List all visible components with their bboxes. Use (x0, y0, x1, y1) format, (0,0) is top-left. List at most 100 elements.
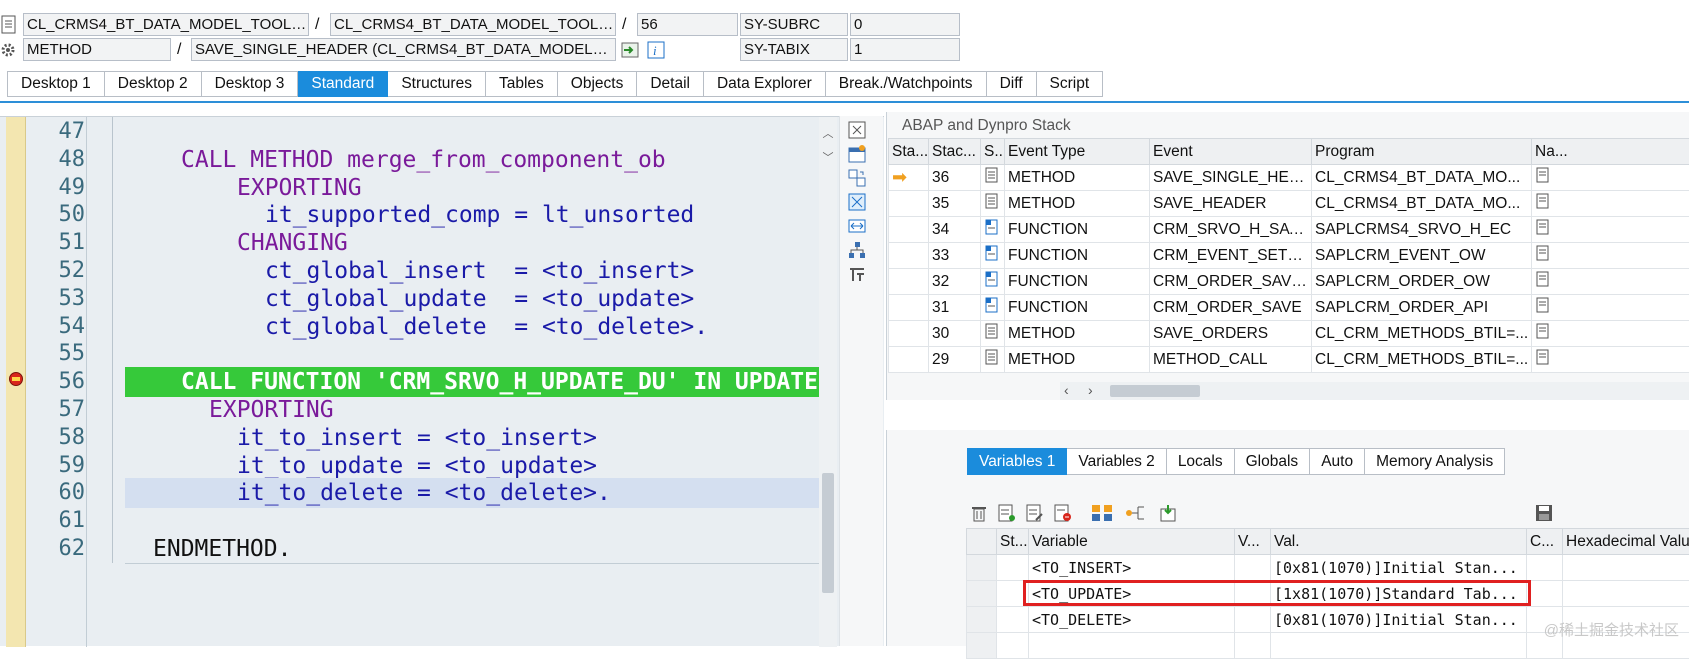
scroll-thumb[interactable] (822, 473, 834, 593)
event-type: FUNCTION (1005, 295, 1150, 321)
col-header[interactable]: Hexadecimal Value (1563, 529, 1689, 555)
tab-desktop-1[interactable]: Desktop 1 (7, 71, 105, 97)
remove-row-icon[interactable] (1052, 502, 1074, 524)
row-selector[interactable] (967, 581, 997, 607)
new-window-icon[interactable] (846, 144, 868, 164)
variable-name[interactable]: <TO_INSERT> (1029, 555, 1235, 581)
tree-icon[interactable] (846, 240, 868, 260)
col-header[interactable]: Stac... (929, 139, 981, 165)
current-statement-line[interactable]: CALL FUNCTION 'CRM_SRVO_H_UPDATE_DU' IN … (125, 367, 819, 397)
tab-auto[interactable]: Auto (1310, 448, 1365, 475)
scroll-down-icon[interactable]: ﹀ (822, 149, 834, 159)
tab-breakpoints[interactable]: Break./Watchpoints (826, 71, 987, 97)
col-header[interactable]: Event Type (1005, 139, 1150, 165)
stack-row[interactable]: 29 METHOD METHOD_CALL CL_CRM_METHODS_BTI… (889, 347, 1689, 373)
code-line[interactable]: it_supported_comp = lt_unsorted (125, 200, 825, 230)
col-header[interactable]: Program (1312, 139, 1532, 165)
tab-tables[interactable]: Tables (486, 71, 558, 97)
col-header[interactable]: Event (1150, 139, 1312, 165)
tab-detail[interactable]: Detail (637, 71, 704, 97)
tab-script[interactable]: Script (1037, 71, 1104, 97)
status-cell (997, 555, 1029, 581)
col-header[interactable]: V... (1235, 529, 1271, 555)
tab-objects[interactable]: Objects (558, 71, 638, 97)
source-editor[interactable]: 47 48 49 50 51 52 53 54 55 56 57 58 59 6… (0, 116, 884, 646)
stack-row[interactable]: 30 METHOD SAVE_ORDERS CL_CRM_METHODS_BTI… (889, 321, 1689, 347)
tab-standard[interactable]: Standard (298, 71, 388, 97)
row-selector[interactable] (967, 555, 997, 581)
editor-scrollbar[interactable]: ︿ ﹀ (819, 117, 837, 647)
code-line[interactable]: ct_global_insert = <to_insert> (125, 256, 825, 286)
info-icon[interactable]: i (646, 39, 666, 61)
export-icon[interactable] (1156, 502, 1180, 524)
tab-desktop-3[interactable]: Desktop 3 (202, 71, 299, 97)
stack-row[interactable]: 32 FUNCTION CRM_ORDER_SAVE_OW SAPLCRM_OR… (889, 269, 1689, 295)
navigate-icon[interactable] (620, 39, 640, 61)
col-header[interactable]: Val. (1271, 529, 1527, 555)
line-number: 50 (27, 200, 87, 230)
tab-structures[interactable]: Structures (388, 71, 486, 97)
structure-icon[interactable] (1124, 502, 1148, 524)
breakpoint-icon[interactable] (8, 371, 24, 387)
save-icon[interactable] (1532, 502, 1556, 524)
status-cell (889, 347, 929, 373)
variable-value: [0x81(1070)]Initial Stan... (1271, 555, 1527, 581)
code-line[interactable]: EXPORTING (125, 173, 825, 203)
tab-data-explorer[interactable]: Data Explorer (704, 71, 826, 97)
code-line[interactable]: ENDMETHOD. (125, 534, 825, 564)
code-line[interactable]: EXPORTING (125, 395, 825, 425)
col-header[interactable]: Sta... (889, 139, 929, 165)
status-cell (889, 243, 929, 269)
event: METHOD_CALL (1150, 347, 1312, 373)
code-line[interactable]: ct_global_delete = <to_delete>. (125, 312, 825, 342)
col-header[interactable]: S... (981, 139, 1005, 165)
tools-icon[interactable] (846, 264, 868, 284)
code-line[interactable]: ct_global_update = <to_update> (125, 284, 825, 314)
close-window-icon[interactable] (846, 120, 868, 140)
tab-locals[interactable]: Locals (1167, 448, 1235, 475)
tab-diff[interactable]: Diff (987, 71, 1037, 97)
maximize-icon[interactable] (846, 192, 868, 212)
swap-icon[interactable] (846, 168, 868, 188)
col-header[interactable]: St... (997, 529, 1029, 555)
navigate-icon (1532, 295, 1689, 321)
row-selector[interactable] (967, 607, 997, 633)
scroll-left-icon[interactable]: ‹ (1064, 382, 1069, 398)
scroll-thumb[interactable] (1110, 385, 1200, 397)
variable-name[interactable]: <TO_DELETE> (1029, 607, 1235, 633)
col-header[interactable]: C... (1527, 529, 1563, 555)
include-field[interactable]: CL_CRMS4_BT_DATA_MODEL_TOOL==... (330, 13, 616, 36)
cursor-line[interactable]: it_to_delete = <to_delete>. (125, 478, 819, 508)
edit-row-icon[interactable] (1024, 502, 1046, 524)
compare-icon[interactable] (1090, 502, 1114, 524)
stack-row[interactable]: 31 FUNCTION CRM_ORDER_SAVE SAPLCRM_ORDER… (889, 295, 1689, 321)
stack-hscrollbar[interactable]: ‹ › (1060, 382, 1689, 400)
line-number: 57 (27, 395, 87, 425)
col-header[interactable]: Na... (1532, 139, 1689, 165)
line-number: 49 (27, 173, 87, 203)
line-number-field[interactable]: 56 (637, 13, 738, 36)
tab-memory-analysis[interactable]: Memory Analysis (1365, 448, 1505, 475)
v-cell (1235, 555, 1271, 581)
tab-globals[interactable]: Globals (1235, 448, 1311, 475)
stack-row[interactable]: ➡ 36 METHOD SAVE_SINGLE_HEADER CL_CRMS4_… (889, 165, 1689, 191)
stack-level: 35 (929, 191, 981, 217)
scroll-right-icon[interactable]: › (1088, 382, 1093, 398)
tab-desktop-2[interactable]: Desktop 2 (105, 71, 202, 97)
program-field[interactable]: CL_CRMS4_BT_DATA_MODEL_TOOL==... (23, 13, 309, 36)
stack-row[interactable]: 35 METHOD SAVE_HEADER CL_CRMS4_BT_DATA_M… (889, 191, 1689, 217)
insert-row-icon[interactable] (996, 502, 1018, 524)
tab-variables-1[interactable]: Variables 1 (967, 448, 1067, 475)
code-line[interactable]: it_to_update = <to_update> (125, 451, 825, 481)
stack-row[interactable]: 33 FUNCTION CRM_EVENT_SET_EXETIM... SAPL… (889, 243, 1689, 269)
code-line[interactable]: CALL METHOD merge_from_component_ob (125, 145, 825, 175)
delete-icon[interactable] (968, 502, 990, 524)
resize-horizontal-icon[interactable] (846, 216, 868, 236)
variable-row[interactable]: <TO_INSERT> [0x81(1070)]Initial Stan... (967, 555, 1689, 581)
code-line[interactable]: it_to_insert = <to_insert> (125, 423, 825, 453)
tab-variables-2[interactable]: Variables 2 (1067, 448, 1166, 475)
scroll-up-icon[interactable]: ︿ (822, 125, 834, 135)
col-header[interactable]: Variable (1029, 529, 1235, 555)
code-line[interactable]: CHANGING (125, 228, 825, 258)
stack-row[interactable]: 34 FUNCTION CRM_SRVO_H_SAVE_EC SAPLCRMS4… (889, 217, 1689, 243)
